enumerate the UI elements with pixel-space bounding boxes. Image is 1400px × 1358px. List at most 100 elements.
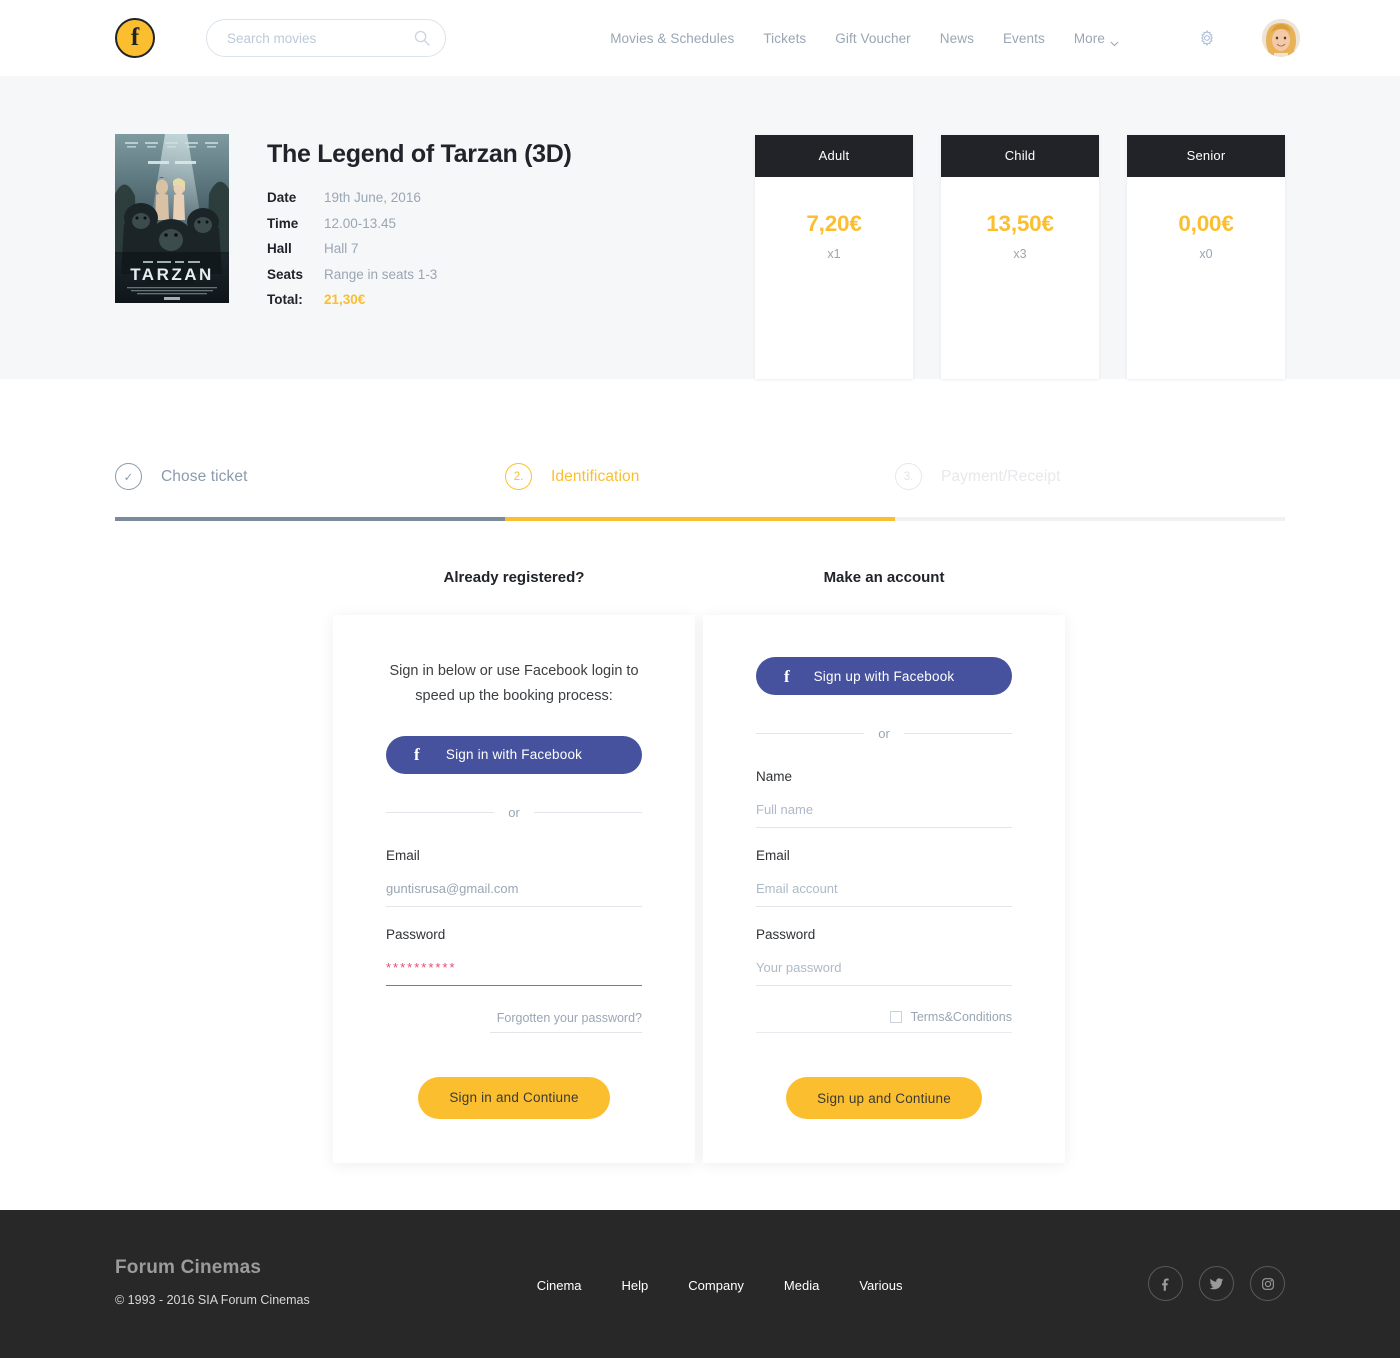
signup-password-input[interactable]	[756, 960, 1012, 986]
forum-cinemas-logo[interactable]: f	[115, 18, 155, 58]
identification-forms: Already registered? Make an account Sign…	[0, 569, 1400, 1163]
detail-value: 19th June, 2016	[324, 190, 421, 205]
nav-item-more[interactable]: More	[1074, 31, 1119, 47]
signup-password-field: Password	[756, 927, 1012, 986]
price-card-body: 13,50€ x3	[941, 177, 1099, 307]
footer-link-cinema[interactable]: Cinema	[537, 1278, 582, 1293]
signup-submit-row: Sign up and Contiune	[756, 1077, 1012, 1119]
nav-item-gift-voucher[interactable]: Gift Voucher	[835, 31, 911, 46]
step-identification[interactable]: 2. Identification	[505, 463, 895, 517]
price-card-adult[interactable]: Adult 7,20€ x1	[755, 135, 913, 379]
movie-poster: TARZAN	[115, 134, 229, 303]
facebook-icon[interactable]	[1148, 1266, 1183, 1301]
forgot-password-link[interactable]: Forgotten your password?	[490, 1011, 642, 1033]
price-card-title: Senior	[1127, 135, 1285, 177]
booking-summary: TARZAN The Legend of Tarzan (3D) Date 19…	[0, 76, 1400, 379]
price-card-body: 7,20€ x1	[755, 177, 913, 307]
detail-row-date: Date 19th June, 2016	[267, 190, 572, 205]
nav-item-news[interactable]: News	[940, 31, 974, 46]
footer-title: Forum Cinemas	[115, 1257, 262, 1278]
progress-segment-active	[505, 517, 895, 521]
detail-label-total: Total:	[267, 292, 303, 307]
price-amount: 0,00€	[1178, 211, 1234, 236]
footer-link-various[interactable]: Various	[859, 1278, 902, 1293]
price-card-body: 0,00€ x0	[1127, 177, 1285, 307]
signin-card: Sign in below or use Facebook login to s…	[333, 615, 695, 1163]
footer-link-company[interactable]: Company	[688, 1278, 744, 1293]
or-label: or	[508, 804, 520, 820]
signin-email-field: Email	[386, 848, 642, 907]
detail-row-total: Total: 21,30€	[267, 292, 572, 307]
signin-submit-row: Sign in and Contiune	[386, 1076, 642, 1119]
terms-label[interactable]: Terms&Conditions	[911, 1010, 1012, 1024]
search-icon[interactable]	[414, 30, 430, 46]
stepper-progress-bar	[115, 517, 1285, 521]
signup-facebook-button[interactable]: f Sign up with Facebook	[756, 657, 1012, 695]
avatar[interactable]	[1262, 19, 1300, 57]
detail-label: Date	[267, 190, 297, 205]
detail-row-time: Time 12.00-13.45	[267, 216, 572, 231]
price-amount: 7,20€	[806, 211, 862, 236]
step-marker: 3.	[895, 463, 922, 490]
signup-or-divider: or	[756, 726, 1012, 741]
signup-password-label: Password	[756, 927, 816, 942]
divider-line-left	[386, 811, 495, 813]
terms-checkbox[interactable]	[889, 1011, 902, 1023]
footer-link-help[interactable]: Help	[622, 1278, 649, 1293]
or-label: or	[878, 726, 890, 741]
footer-brand: Forum Cinemas © 1993 - 2016 SIA Forum Ci…	[115, 1257, 310, 1307]
footer-link-media[interactable]: Media	[784, 1278, 819, 1293]
twitter-icon[interactable]	[1199, 1266, 1234, 1301]
signin-facebook-button[interactable]: f Sign in with Facebook	[386, 735, 642, 774]
price-count: x3	[1013, 247, 1027, 261]
price-card-title: Adult	[755, 135, 913, 177]
signin-submit-button[interactable]: Sign in and Contiune	[418, 1076, 610, 1119]
footer-social-links	[1148, 1257, 1285, 1301]
site-footer: Forum Cinemas © 1993 - 2016 SIA Forum Ci…	[0, 1210, 1400, 1358]
progress-segment-done	[115, 517, 505, 521]
price-card-senior[interactable]: Senior 0,00€ x0	[1127, 135, 1285, 379]
signin-password-input[interactable]	[386, 959, 642, 986]
site-header: f Movies & Schedules Tickets Gift Vouche…	[0, 0, 1400, 76]
signup-email-label: Email	[756, 848, 790, 863]
nav-label: News	[939, 30, 974, 46]
detail-row-seats: Seats Range in seats 1-3	[267, 267, 572, 282]
facebook-icon: f	[414, 745, 420, 765]
signin-email-input[interactable]	[386, 880, 642, 907]
detail-row-hall: Hall Hall 7	[267, 241, 572, 256]
signin-heading: Already registered?	[443, 569, 585, 586]
form-cards: Sign in below or use Facebook login to s…	[333, 615, 1285, 1163]
signup-name-label: Name	[756, 769, 793, 784]
logo-letter: f	[130, 23, 140, 51]
gear-icon[interactable]	[1198, 29, 1216, 47]
step-marker: 2.	[505, 463, 532, 490]
main-navigation: Movies & Schedules Tickets Gift Voucher …	[610, 19, 1300, 57]
checkout-stepper: ✓ Chose ticket 2. Identification 3. Paym…	[115, 463, 1285, 517]
signup-name-field: Name	[756, 769, 1012, 828]
signup-facebook-label: Sign up with Facebook	[813, 668, 955, 684]
nav-item-events[interactable]: Events	[1003, 31, 1045, 46]
instagram-icon[interactable]	[1250, 1266, 1285, 1301]
signup-name-input[interactable]	[756, 802, 1012, 828]
price-count: x1	[827, 247, 841, 261]
search-input[interactable]	[227, 30, 414, 46]
step-payment-receipt[interactable]: 3. Payment/Receipt	[895, 463, 1285, 517]
signup-submit-button[interactable]: Sign up and Contiune	[786, 1077, 982, 1119]
detail-label: Hall	[267, 241, 292, 256]
step-chose-ticket[interactable]: ✓ Chose ticket	[115, 463, 505, 517]
search-box[interactable]	[206, 19, 446, 57]
nav-item-movies-schedules[interactable]: Movies & Schedules	[610, 31, 734, 46]
movie-title: The Legend of Tarzan (3D)	[267, 140, 572, 168]
nav-label: Gift Voucher	[835, 30, 911, 46]
checkout-stepper-wrap: ✓ Chose ticket 2. Identification 3. Paym…	[0, 463, 1400, 521]
detail-value: 12.00-13.45	[324, 215, 397, 231]
signup-email-input[interactable]	[756, 881, 1012, 907]
nav-item-tickets[interactable]: Tickets	[763, 31, 806, 46]
ticket-price-cards: Adult 7,20€ x1 Child 13,50€ x3 Senior 0,…	[755, 134, 1285, 379]
nav-label: Movies & Schedules	[610, 30, 735, 46]
signup-heading: Make an account	[823, 569, 945, 586]
signin-email-label: Email	[386, 847, 420, 863]
signup-card: f Sign up with Facebook or Name Email Pa…	[703, 615, 1065, 1163]
price-card-child[interactable]: Child 13,50€ x3	[941, 135, 1099, 379]
signin-intro-text: Sign in below or use Facebook login to s…	[389, 663, 639, 704]
